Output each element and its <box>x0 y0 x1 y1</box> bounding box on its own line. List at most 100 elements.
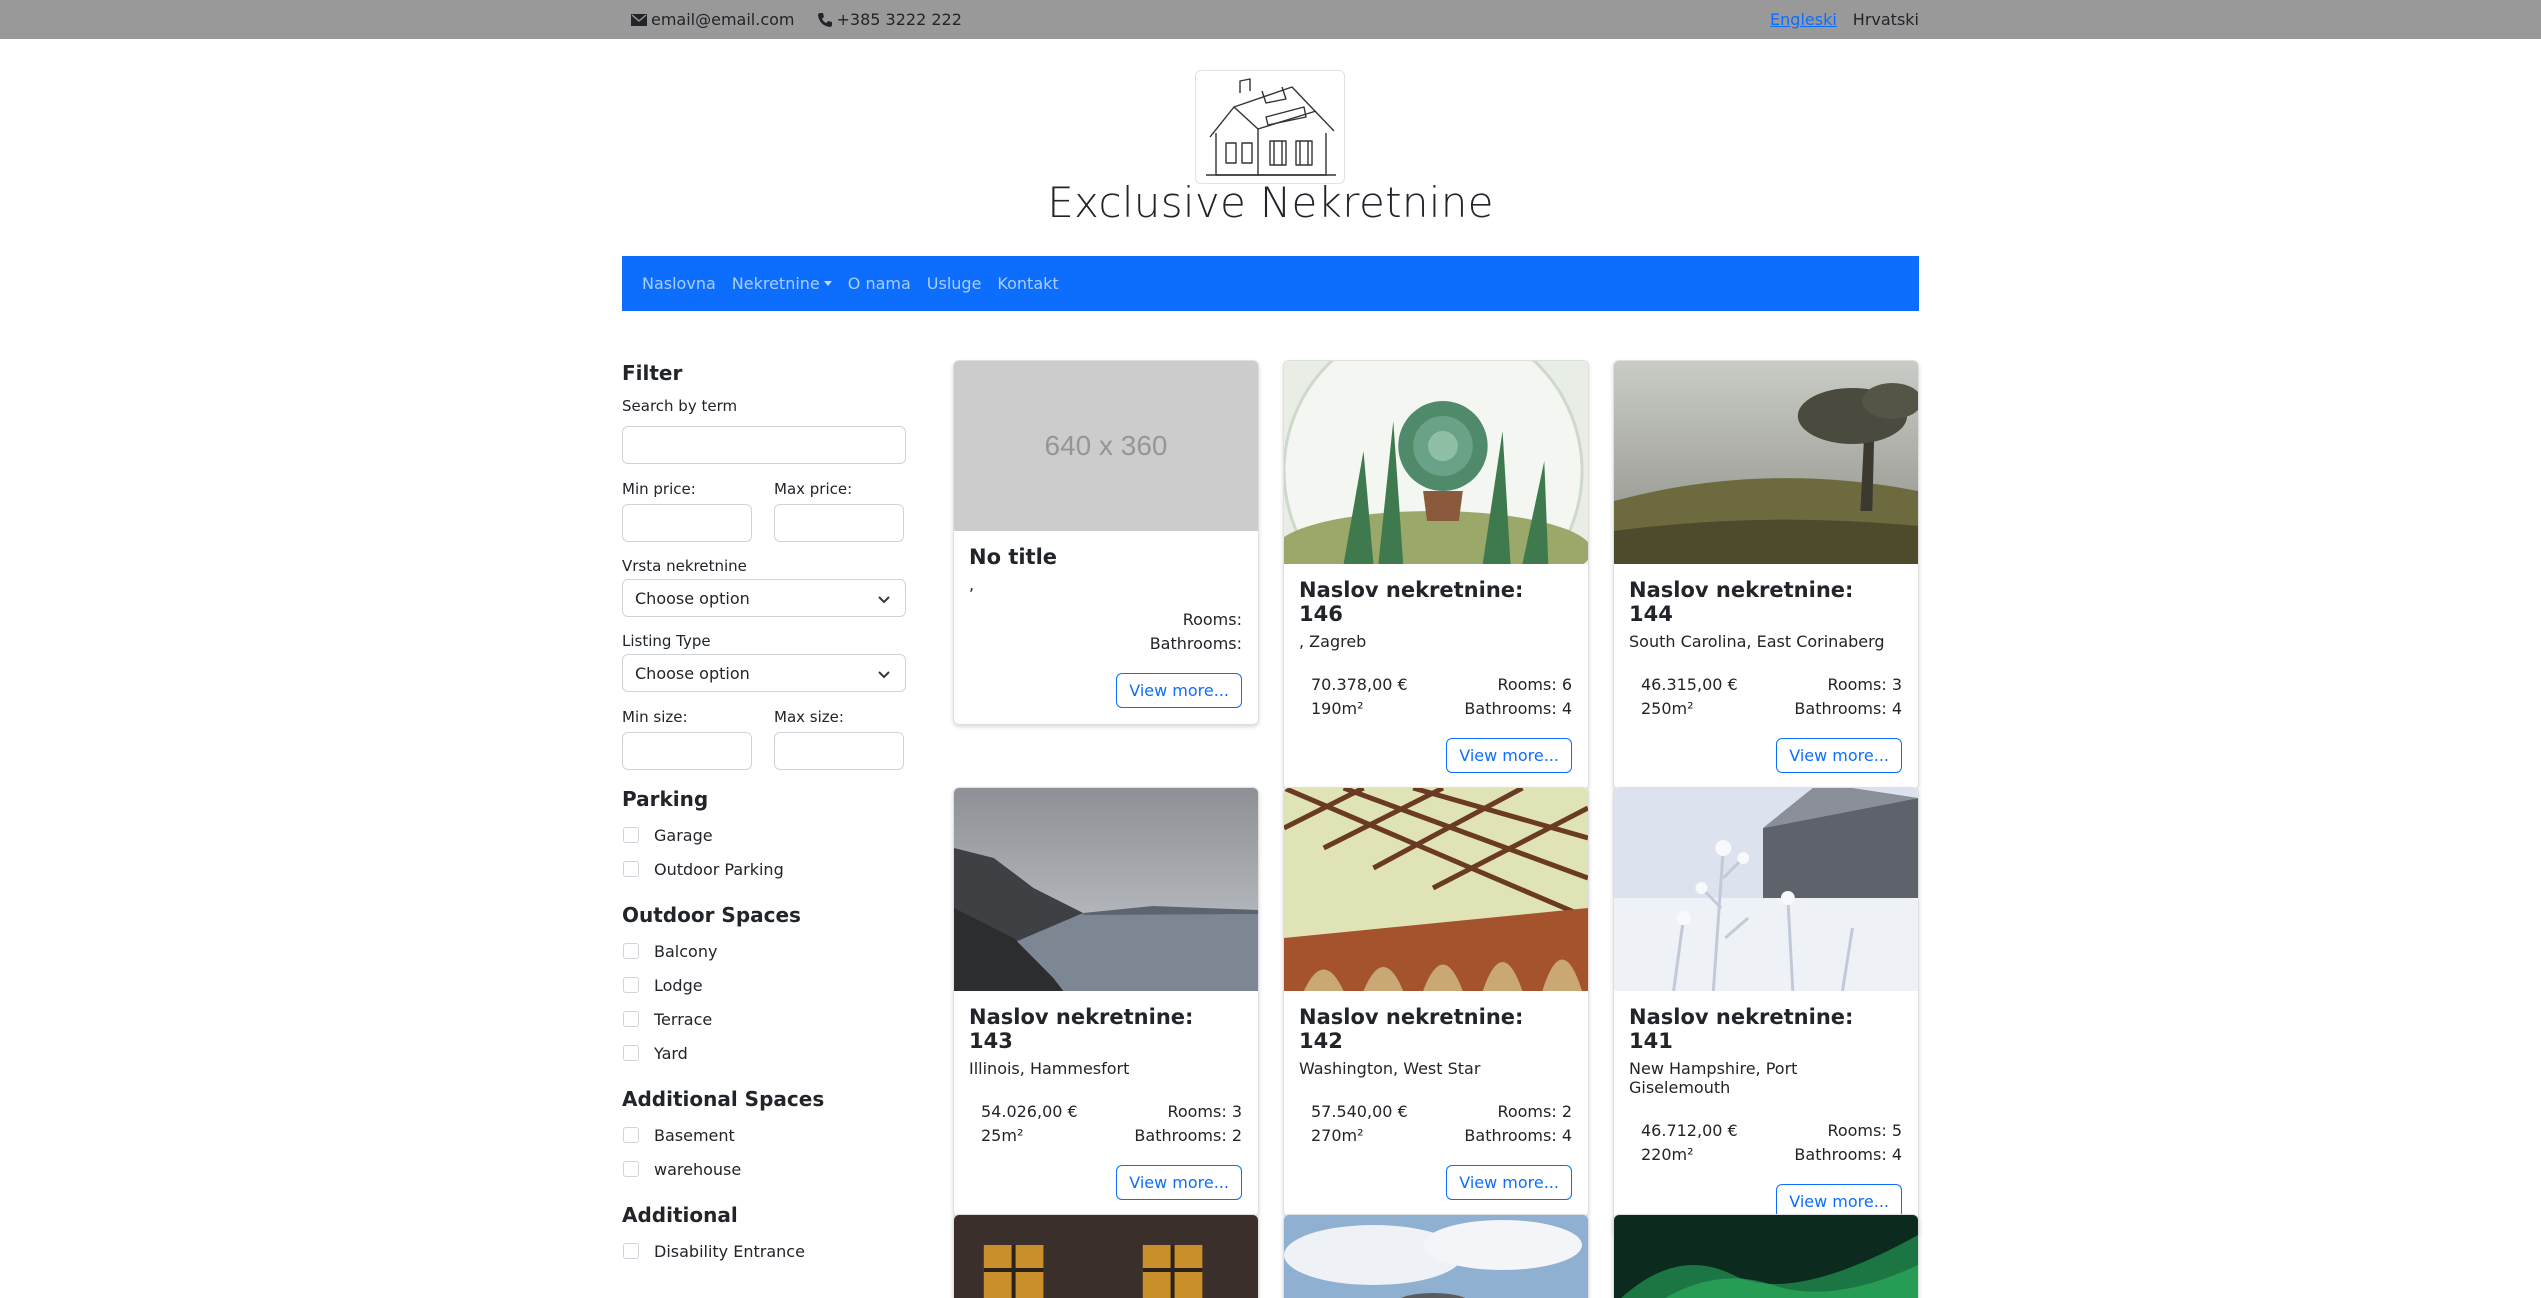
listing-type-select[interactable]: Choose option <box>622 654 906 692</box>
window-facade-photo <box>954 1215 1258 1298</box>
card-bathrooms: Bathrooms: <box>1149 634 1242 653</box>
filter-title: Filter <box>622 361 683 385</box>
property-card[interactable]: Naslov nekretnine: 142 Washington, West … <box>1283 787 1589 1217</box>
checkbox-box[interactable] <box>623 1161 639 1177</box>
yard-checkbox[interactable]: Yard <box>622 1036 906 1070</box>
property-type-label: Vrsta nekretnine <box>622 557 747 575</box>
search-label: Search by term <box>622 397 738 415</box>
envelope-icon <box>631 13 647 26</box>
email-text: email@email.com <box>651 10 795 29</box>
property-type-select[interactable]: Choose option <box>622 579 906 617</box>
view-more-button[interactable]: View more... <box>1776 738 1902 773</box>
card-rooms: Rooms: 3 <box>1827 675 1902 694</box>
card-bathrooms: Bathrooms: 4 <box>1794 1145 1902 1164</box>
property-card[interactable]: Naslov nekretnine: 143 Illinois, Hammesf… <box>953 787 1259 1217</box>
checkbox-box[interactable] <box>623 977 639 993</box>
warehouse-checkbox[interactable]: warehouse <box>622 1152 906 1186</box>
checkbox-box[interactable] <box>623 1243 639 1259</box>
max-price-input[interactable] <box>774 504 904 542</box>
nav-properties-label: Nekretnine <box>731 274 820 293</box>
min-price-input[interactable] <box>622 504 752 542</box>
checkbox-box[interactable] <box>623 1011 639 1027</box>
nav-contact[interactable]: Kontakt <box>997 274 1058 293</box>
cloudy-sky-photo <box>1284 1215 1588 1298</box>
listing-type-value: Choose option <box>635 663 750 683</box>
checkbox-box[interactable] <box>623 861 639 877</box>
foggy-tree-photo <box>1614 361 1918 564</box>
lang-english-link[interactable]: Engleski <box>1770 10 1837 29</box>
nav-about[interactable]: O nama <box>848 274 911 293</box>
card-price: 46.315,00 € <box>1641 675 1738 694</box>
checkbox-label: Yard <box>654 1043 688 1063</box>
property-card[interactable]: Naslov nekretnine: 141 New Hampshire, Po… <box>1613 787 1919 1236</box>
checkbox-label: Terrace <box>654 1009 713 1029</box>
phone-icon <box>817 12 832 27</box>
language-switcher: Engleski Hrvatski <box>1770 10 1919 29</box>
main-nav: Naslovna Nekretnine O nama Usluge Kontak… <box>622 256 1919 311</box>
card-rooms: Rooms: <box>1182 610 1242 629</box>
card-location: New Hampshire, Port Giselemouth <box>1629 1059 1798 1097</box>
nav-services[interactable]: Usluge <box>927 274 982 293</box>
email-contact[interactable]: email@email.com <box>631 10 795 29</box>
min-price-label: Min price: <box>622 480 696 498</box>
card-location: Illinois, Hammesfort <box>969 1059 1130 1078</box>
placeholder-image: 640 x 360 <box>954 361 1258 531</box>
checkbox-box[interactable] <box>623 827 639 843</box>
view-more-button[interactable]: View more... <box>1116 1165 1242 1200</box>
card-rooms: Rooms: 2 <box>1497 1102 1572 1121</box>
card-location: Washington, West Star <box>1299 1059 1481 1078</box>
card-location: , <box>969 575 975 594</box>
checkbox-label: Basement <box>654 1125 735 1145</box>
parking-section-title: Parking <box>622 787 709 811</box>
nav-properties-dropdown[interactable]: Nekretnine <box>732 274 832 293</box>
property-card[interactable]: 640 x 360 No title , Rooms: Bathrooms: Vi… <box>953 360 1259 725</box>
garage-checkbox[interactable]: Garage <box>622 818 906 852</box>
nav-home[interactable]: Naslovna <box>642 274 716 293</box>
card-title: Naslov nekretnine: 142 <box>1299 1005 1524 1053</box>
site-logo[interactable] <box>1195 70 1345 184</box>
property-card[interactable] <box>953 1214 1259 1298</box>
card-price: 57.540,00 € <box>1311 1102 1408 1121</box>
lang-croatian-link[interactable]: Hrvatski <box>1853 10 1919 29</box>
property-card[interactable] <box>1283 1214 1589 1298</box>
terrace-checkbox[interactable]: Terrace <box>622 1002 906 1036</box>
listing-type-label: Listing Type <box>622 632 711 650</box>
succulent-terrarium-photo <box>1284 361 1588 564</box>
checkbox-box[interactable] <box>623 943 639 959</box>
min-size-input[interactable] <box>622 732 752 770</box>
card-title: Naslov nekretnine: 143 <box>969 1005 1194 1053</box>
top-bar: email@email.com +385 3222 222 Engleski H… <box>0 0 2541 39</box>
property-card[interactable]: Naslov nekretnine: 146 , Zagreb 70.378,0… <box>1283 360 1589 790</box>
balcony-checkbox[interactable]: Balcony <box>622 934 906 968</box>
aurora-photo <box>1614 1215 1918 1298</box>
property-card[interactable] <box>1613 1214 1919 1298</box>
view-more-button[interactable]: View more... <box>1446 1165 1572 1200</box>
view-more-button[interactable]: View more... <box>1446 738 1572 773</box>
disability-entrance-checkbox[interactable]: Disability Entrance <box>622 1234 906 1268</box>
card-price: 46.712,00 € <box>1641 1121 1738 1140</box>
basement-checkbox[interactable]: Basement <box>622 1118 906 1152</box>
caret-down-icon <box>823 281 832 286</box>
property-card[interactable]: Naslov nekretnine: 144 South Carolina, E… <box>1613 360 1919 790</box>
checkbox-box[interactable] <box>623 1045 639 1061</box>
checkbox-box[interactable] <box>623 1127 639 1143</box>
card-title: Naslov nekretnine: 141 <box>1629 1005 1854 1053</box>
frosty-plants-photo <box>1614 788 1918 991</box>
site-title[interactable]: Exclusive Nekretnine <box>0 178 2541 227</box>
phone-contact[interactable]: +385 3222 222 <box>817 10 962 29</box>
card-bathrooms: Bathrooms: 4 <box>1464 1126 1572 1145</box>
lodge-checkbox[interactable]: Lodge <box>622 968 906 1002</box>
outdoor-parking-checkbox[interactable]: Outdoor Parking <box>622 852 906 886</box>
max-size-label: Max size: <box>774 708 844 726</box>
checkbox-label: Lodge <box>654 975 703 995</box>
filter-sidebar: Filter Search by term Min price: Max pri… <box>622 356 906 1268</box>
checkbox-label: warehouse <box>654 1159 742 1179</box>
search-input[interactable] <box>622 426 906 464</box>
chevron-down-icon <box>878 671 890 679</box>
card-bathrooms: Bathrooms: 4 <box>1794 699 1902 718</box>
card-price: 54.026,00 € <box>981 1102 1078 1121</box>
view-more-button[interactable]: View more... <box>1116 673 1242 708</box>
min-size-label: Min size: <box>622 708 688 726</box>
checkbox-label: Balcony <box>654 941 718 961</box>
max-size-input[interactable] <box>774 732 904 770</box>
